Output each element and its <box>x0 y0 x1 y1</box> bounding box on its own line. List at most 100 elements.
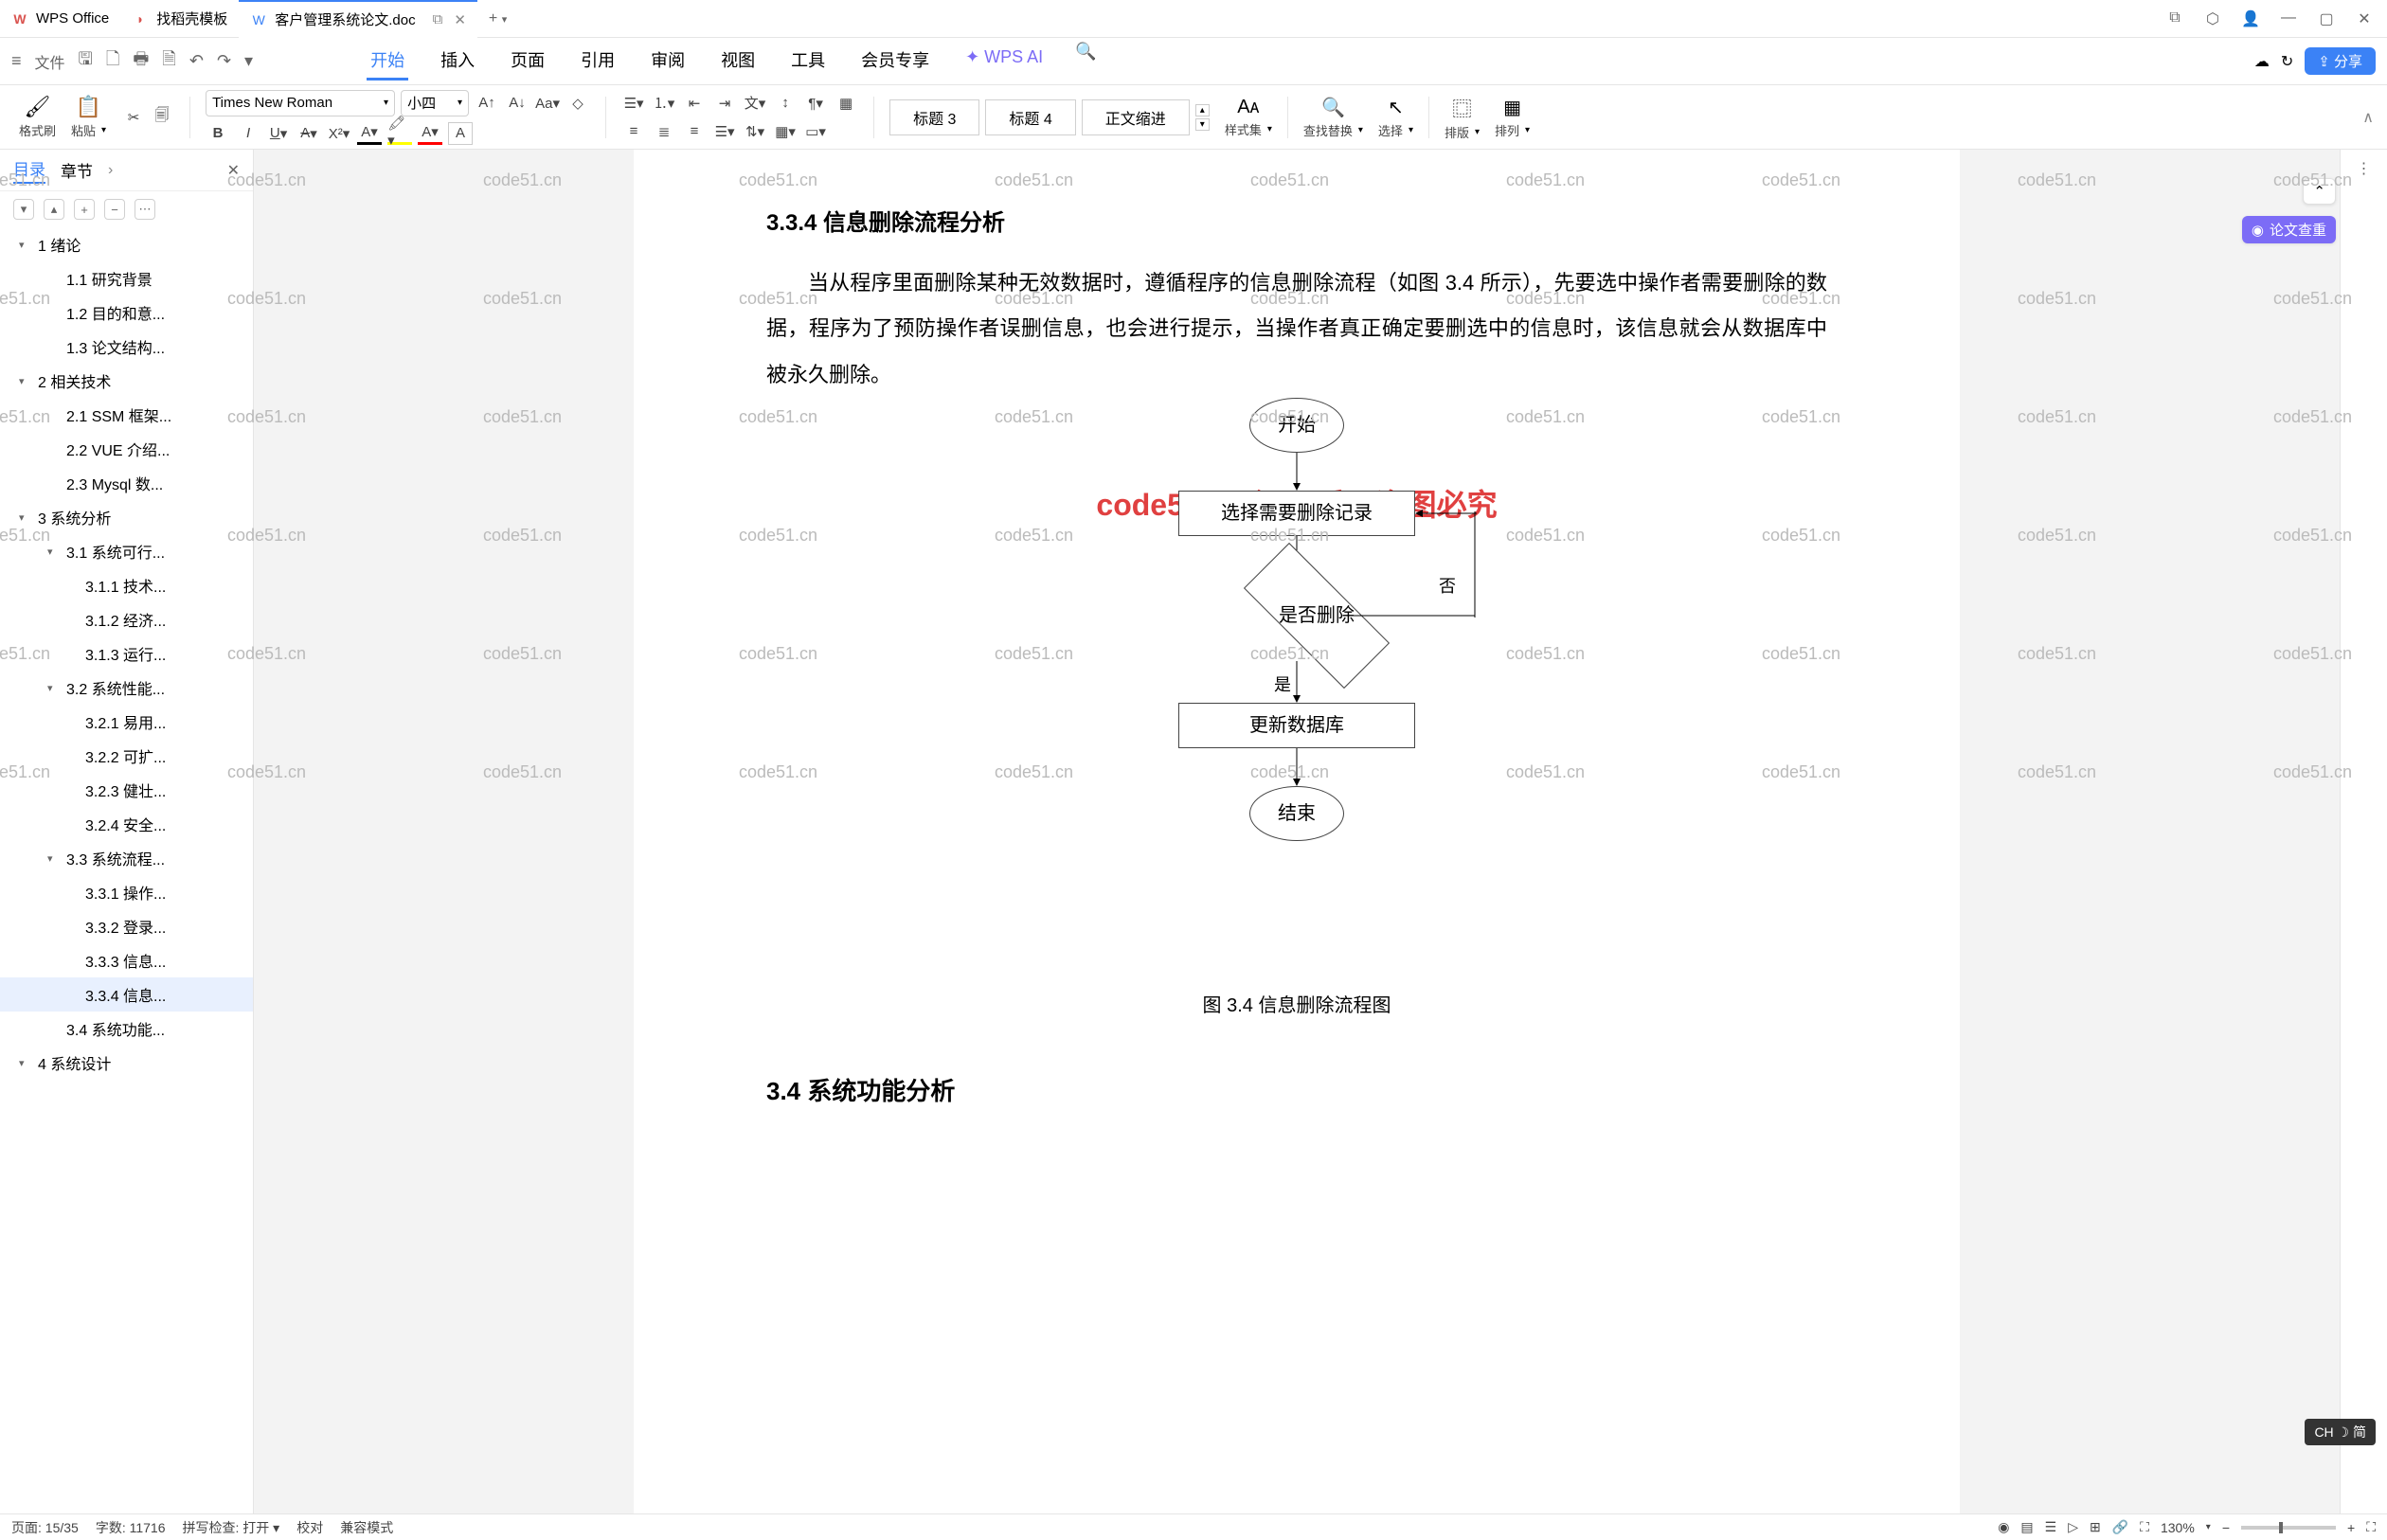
search-icon[interactable]: 🔍 <box>1075 42 1096 81</box>
fit-icon[interactable]: ⛶ <box>2140 1519 2149 1535</box>
ribbon-tab-review[interactable]: 审阅 <box>647 42 689 81</box>
status-page[interactable]: 页面: 15/35 <box>11 1518 79 1537</box>
sidebar-tab-chapter[interactable]: 章节 <box>61 158 93 182</box>
bold-icon[interactable]: B <box>206 122 230 145</box>
play-icon[interactable]: ▷ <box>2068 1519 2078 1535</box>
document-area[interactable]: 3.3.4 信息删除流程分析 当从程序里面删除某种无效数据时，遵循程序的信息删除… <box>254 150 2340 1513</box>
font-size-select[interactable]: 小四▾ <box>401 90 469 116</box>
sync-icon[interactable]: ↻ <box>2281 52 2293 71</box>
asian-layout-icon[interactable]: A <box>448 122 473 145</box>
italic-icon[interactable]: I <box>236 122 260 145</box>
more-icon[interactable]: ⋯ <box>135 199 155 220</box>
ribbon-tab-insert[interactable]: 插入 <box>437 42 478 81</box>
maximize-icon[interactable]: ▢ <box>2315 9 2338 28</box>
copy-icon[interactable]: 🗐 <box>150 106 174 129</box>
collapse-float-icon[interactable]: ⌃ <box>2303 178 2336 205</box>
style-up-icon[interactable]: ▴ <box>1195 104 1210 116</box>
grid-icon[interactable]: ⊞ <box>2090 1519 2101 1535</box>
ribbon-collapse-icon[interactable]: ∧ <box>2362 108 2374 127</box>
zoom-dropdown-icon[interactable]: ▾ <box>2206 1522 2211 1532</box>
cut-icon[interactable]: ✂ <box>121 106 146 129</box>
style-heading4[interactable]: 标题 4 <box>985 99 1075 135</box>
chevron-down-icon[interactable]: ▾ <box>19 239 32 251</box>
shading-icon[interactable]: ▦▾ <box>773 120 798 143</box>
indent-icon[interactable]: ⇥ <box>712 92 737 115</box>
toc-item[interactable]: 2.2 VUE 介绍... <box>0 432 253 466</box>
toc-item[interactable]: 1.2 目的和意... <box>0 295 253 330</box>
align-center-icon[interactable]: ≣ <box>652 120 676 143</box>
status-compat[interactable]: 兼容模式 <box>340 1518 393 1537</box>
toc-item[interactable]: 3.3.3 信息... <box>0 943 253 977</box>
zoom-out-icon[interactable]: − <box>2222 1520 2230 1535</box>
tab-template[interactable]: ◗ 找稻壳模板 <box>120 0 239 38</box>
highlight-icon[interactable]: 🖍▾ <box>387 122 412 145</box>
borders-icon[interactable]: ▦ <box>834 92 858 115</box>
tab-add-button[interactable]: + ▾ <box>477 10 518 27</box>
tab-close-icon[interactable]: ✕ <box>454 11 466 28</box>
style-set-group[interactable]: Aᴀ 样式集▾ <box>1219 97 1278 138</box>
status-spell[interactable]: 拼写检查: 打开 ▾ <box>183 1518 280 1537</box>
increase-font-icon[interactable]: A↑ <box>475 92 499 115</box>
chevron-right-icon[interactable]: › <box>108 162 113 179</box>
tab-document[interactable]: W 客户管理系统论文.doc ⧉ ✕ <box>239 0 477 38</box>
arrange-button[interactable]: ⿴ 排版▾ <box>1439 94 1485 141</box>
redo-icon[interactable]: ↷ <box>217 51 231 71</box>
save-icon[interactable]: 🖫 <box>79 47 93 76</box>
panel-icon[interactable]: ⋮ <box>2357 159 2372 178</box>
ribbon-tab-home[interactable]: 开始 <box>367 42 408 81</box>
select-button[interactable]: ↖ 选择▾ <box>1373 96 1419 139</box>
chevron-down-icon[interactable]: ▾ <box>19 1057 32 1069</box>
close-icon[interactable]: ✕ <box>2353 9 2376 28</box>
decrease-font-icon[interactable]: A↓ <box>505 92 529 115</box>
toc-item[interactable]: 2.1 SSM 框架... <box>0 398 253 432</box>
toc-item[interactable]: 1.1 研究背景 <box>0 261 253 295</box>
expand-icon[interactable]: ▴ <box>44 199 64 220</box>
plagiarism-check-button[interactable]: ◉ 论文查重 <box>2242 216 2336 243</box>
sidebar-tab-toc[interactable]: 目录 <box>13 156 45 184</box>
chevron-down-icon[interactable]: ▾ <box>19 511 32 524</box>
collapse-icon[interactable]: ▾ <box>13 199 34 220</box>
toc-item[interactable]: 3.1.2 经济... <box>0 602 253 636</box>
font-color-icon[interactable]: A▾ <box>357 122 382 145</box>
fill-color-icon[interactable]: A▾ <box>418 122 442 145</box>
toc-item[interactable]: ▾2 相关技术 <box>0 364 253 398</box>
outline-view-icon[interactable]: ☰ <box>2045 1519 2057 1535</box>
order-button[interactable]: ▦ 排列▾ <box>1489 96 1535 139</box>
superscript-icon[interactable]: X²▾ <box>327 122 351 145</box>
toc-item[interactable]: ▾3.1 系统可行... <box>0 534 253 568</box>
para-border-icon[interactable]: ▭▾ <box>803 120 828 143</box>
show-marks-icon[interactable]: ¶▾ <box>803 92 828 115</box>
clear-format-icon[interactable]: ◇ <box>565 92 590 115</box>
qa-dropdown-icon[interactable]: ▾ <box>244 51 253 71</box>
chevron-down-icon[interactable]: ▾ <box>47 852 61 865</box>
undo-icon[interactable]: ↶ <box>189 51 204 71</box>
toc-item[interactable]: 2.3 Mysql 数... <box>0 466 253 500</box>
chevron-down-icon[interactable]: ▾ <box>101 125 106 135</box>
status-words[interactable]: 字数: 11716 <box>96 1518 166 1537</box>
toc-item[interactable]: 3.3.4 信息... <box>0 977 253 1012</box>
find-replace-button[interactable]: 🔍 查找替换▾ <box>1298 96 1369 139</box>
sort-icon[interactable]: ↕ <box>773 92 798 115</box>
toc-item[interactable]: 3.2.1 易用... <box>0 705 253 739</box>
minimize-icon[interactable]: — <box>2277 9 2300 28</box>
zoom-slider[interactable] <box>2241 1526 2336 1530</box>
chevron-down-icon[interactable]: ▾ <box>47 682 61 694</box>
align-right-icon[interactable]: ≡ <box>682 120 707 143</box>
tab-wps[interactable]: W WPS Office <box>0 0 120 38</box>
toc-item[interactable]: ▾3.3 系统流程... <box>0 841 253 875</box>
toc-item[interactable]: 3.1.3 运行... <box>0 636 253 671</box>
toc-item[interactable]: 3.3.2 登录... <box>0 909 253 943</box>
strike-icon[interactable]: A▾ <box>296 122 321 145</box>
toc-item[interactable]: 3.2.3 健壮... <box>0 773 253 807</box>
toc-item[interactable]: ▾4 系统设计 <box>0 1046 253 1080</box>
toc-item[interactable]: 3.3.1 操作... <box>0 875 253 909</box>
chevron-down-icon[interactable]: ▾ <box>19 375 32 387</box>
font-name-select[interactable]: Times New Roman▾ <box>206 90 395 116</box>
toc-item[interactable]: ▾1 绪论 <box>0 227 253 261</box>
numbers-icon[interactable]: ⒈▾ <box>652 92 676 115</box>
link-icon[interactable]: 🔗 <box>2112 1519 2128 1535</box>
avatar-icon[interactable]: 👤 <box>2239 9 2262 28</box>
share-button[interactable]: ⇪ 分享 <box>2305 47 2376 75</box>
change-case-icon[interactable]: Aa▾ <box>535 92 560 115</box>
add-icon[interactable]: + <box>74 199 95 220</box>
